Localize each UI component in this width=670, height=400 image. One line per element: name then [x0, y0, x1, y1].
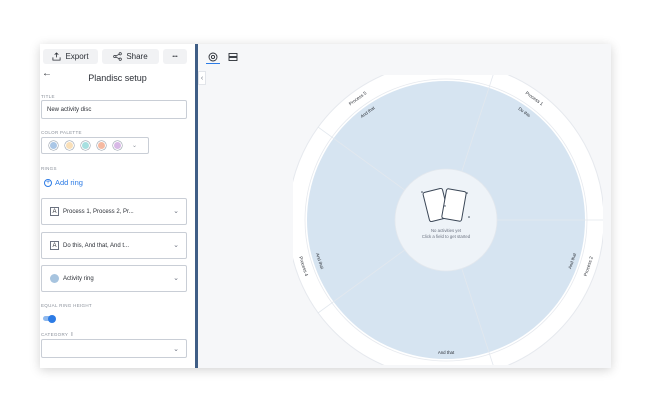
category-select[interactable]: ⌄ [41, 339, 187, 358]
chevron-down-icon[interactable]: ⌄ [173, 274, 179, 282]
text-icon: A [50, 207, 59, 216]
empty-state-hint: Click a field to get started [422, 234, 471, 239]
sidebar-toolbar: Export Share ••• [40, 44, 195, 68]
title-input[interactable]: New activity disc [41, 100, 187, 119]
category-label: CATEGORY i [41, 332, 73, 338]
category-label-text: CATEGORY [41, 332, 69, 337]
collapse-sidebar-button[interactable]: ‹ [198, 71, 206, 85]
equal-ring-height-toggle[interactable] [43, 314, 56, 323]
chevron-down-icon: ⌄ [132, 143, 138, 149]
more-icon: ••• [172, 53, 178, 60]
toggle-knob [48, 314, 56, 323]
page-title: Plandisc setup [88, 73, 147, 83]
add-ring-button[interactable]: + Add ring [44, 178, 83, 187]
export-icon [52, 52, 61, 61]
action-label: And that [438, 350, 455, 355]
color-palette-label: COLOR PALETTE [41, 130, 82, 135]
palette-swatch [113, 141, 122, 150]
palette-swatch [65, 141, 74, 150]
text-icon: A [50, 241, 59, 250]
equal-ring-height-label: EQUAL RING HEIGHT [41, 303, 92, 308]
setup-sidebar: Export Share ••• ← Plandisc setup TITLE … [40, 44, 195, 368]
empty-state-title: No activities yet [431, 228, 462, 233]
share-label: Share [126, 52, 148, 61]
ring-card-label: Process 1, Process 2, Pr... [63, 208, 134, 215]
title-input-value: New activity disc [47, 106, 92, 113]
color-palette-select[interactable]: ⌄ [41, 137, 149, 154]
list-view-tab[interactable] [226, 50, 240, 64]
plandisc[interactable]: Process 1Do thisProcess 2And thatProcess… [293, 75, 603, 365]
chevron-down-icon[interactable]: ⌄ [173, 241, 179, 249]
list-view-icon [228, 53, 238, 61]
share-button[interactable]: Share [102, 49, 159, 64]
rings-label: RINGS [41, 166, 57, 171]
ring-card-process[interactable]: A Process 1, Process 2, Pr... ⌄ [41, 198, 187, 225]
activity-ring-icon [50, 274, 59, 283]
title-field-label: TITLE [41, 94, 55, 99]
more-options-button[interactable]: ••• [163, 49, 187, 64]
empty-cards-icon [421, 187, 470, 223]
export-button[interactable]: Export [43, 49, 98, 64]
palette-swatch [81, 141, 90, 150]
app-window: Export Share ••• ← Plandisc setup TITLE … [40, 44, 611, 368]
palette-swatch [49, 141, 58, 150]
hub-circle [394, 168, 498, 272]
plus-circle-icon: + [44, 178, 52, 187]
ring-card-label: Activity ring [63, 275, 94, 282]
palette-swatch [97, 141, 106, 150]
export-label: Export [65, 52, 89, 61]
disc-canvas: Process 1Do thisProcess 2And thatProcess… [198, 44, 611, 368]
add-ring-label: Add ring [55, 178, 83, 187]
chevron-down-icon: ⌄ [173, 346, 179, 353]
ring-card-actions[interactable]: A Do this, And that, And t... ⌄ [41, 232, 187, 259]
ring-card-activity[interactable]: Activity ring ⌄ [41, 265, 187, 292]
disc-view-tab[interactable] [206, 50, 220, 64]
disc-view-icon [208, 52, 218, 61]
ring-card-label: Do this, And that, And t... [63, 242, 130, 249]
chevron-down-icon[interactable]: ⌄ [173, 207, 179, 215]
chevron-left-icon: ‹ [200, 74, 204, 82]
share-icon [113, 52, 123, 61]
info-icon[interactable]: i [71, 332, 73, 338]
